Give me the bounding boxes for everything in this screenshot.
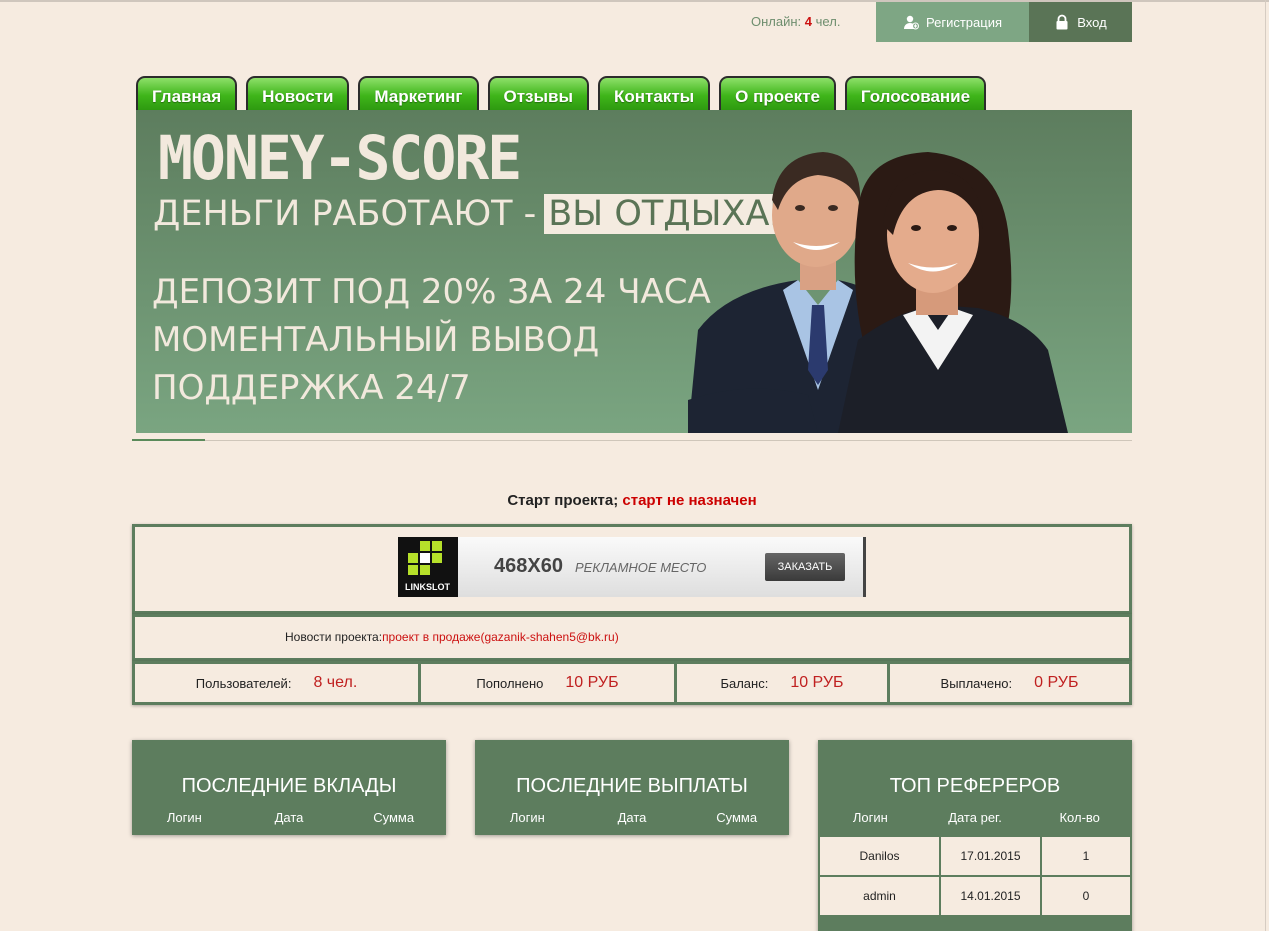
col-login: Логин <box>166 810 202 825</box>
cell-date: 14.01.2015 <box>939 875 1042 917</box>
stat-balance: Баланс: 10 РУБ <box>677 664 890 702</box>
last-deposits-panel: ПОСЛЕДНИЕ ВКЛАДЫ Логин Дата Сумма <box>132 740 446 835</box>
stat-deposited-label: Пополнено <box>476 675 544 691</box>
panel-header: Логин Дата Сумма <box>132 800 446 835</box>
table-row: admin 14.01.2015 0 <box>818 875 1132 917</box>
col-date: Дата <box>274 810 304 825</box>
news-box: Новости проекта:проект в продаже(gazanik… <box>132 614 1132 661</box>
slogan-main: ДЕНЬГИ РАБОТАЮТ - <box>153 194 537 234</box>
stat-deposited-value: 10 РУБ <box>565 674 619 691</box>
stat-users: Пользователей: 8 чел. <box>135 664 421 702</box>
table-row: Danilos 17.01.2015 1 <box>818 835 1132 877</box>
project-start: Старт проекта; старт не назначен <box>0 492 1264 509</box>
brand-logo: MONEY-SCORE <box>158 122 522 194</box>
linkslot-label: LINKSLOT <box>405 582 450 592</box>
stat-paid: Выплачено: 0 РУБ <box>890 664 1129 702</box>
cell-login: Danilos <box>818 835 941 877</box>
online-unit: чел. <box>815 14 841 29</box>
business-people-image <box>688 152 1068 433</box>
online-count: 4 <box>804 14 813 29</box>
start-value: старт не назначен <box>622 492 757 509</box>
main-nav: Главная Новости Маркетинг Отзывы Контакт… <box>136 76 995 110</box>
panel-header: Логин Дата рег. Кол-во <box>818 800 1132 835</box>
register-label: Регистрация <box>926 14 1002 30</box>
panel-title: ПОСЛЕДНИЕ ВКЛАДЫ <box>181 775 397 797</box>
col-date: Дата <box>617 810 647 825</box>
nav-tab-voting[interactable]: Голосование <box>844 76 987 110</box>
col-count: Кол-во <box>1059 810 1100 825</box>
nav-tab-marketing[interactable]: Маркетинг <box>358 76 479 110</box>
col-amount: Сумма <box>716 810 758 825</box>
ad-banner[interactable]: LINKSLOT 468X60 РЕКЛАМНОЕ МЕСТО ЗАКАЗАТЬ <box>398 537 866 597</box>
panel-title: ТОП РЕФЕРЕРОВ <box>889 775 1061 797</box>
login-label: Вход <box>1077 14 1107 30</box>
stats-box: Пользователей: 8 чел. Пополнено 10 РУБ Б… <box>132 661 1132 705</box>
feature-support: ПОДДЕРЖКА 24/7 <box>152 368 471 408</box>
panel-title: ПОСЛЕДНИЕ ВЫПЛАТЫ <box>516 775 748 797</box>
news-label: Новости проекта: <box>285 630 383 644</box>
right-border <box>1265 0 1266 931</box>
register-button[interactable]: Регистрация <box>876 2 1029 42</box>
cell-count: 1 <box>1040 835 1132 877</box>
stat-users-label: Пользователей: <box>195 675 292 691</box>
nav-tab-news[interactable]: Новости <box>246 76 350 110</box>
feature-deposit: ДЕПОЗИТ ПОД 20% ЗА 24 ЧАСА <box>152 272 711 312</box>
col-amount: Сумма <box>373 810 415 825</box>
cell-date: 17.01.2015 <box>939 835 1042 877</box>
nav-tab-about[interactable]: О проекте <box>719 76 836 110</box>
lock-icon <box>1056 14 1068 30</box>
user-add-icon <box>904 15 919 30</box>
stat-paid-label: Выплачено: <box>940 675 1013 691</box>
col-login: Логин <box>852 810 888 825</box>
stat-balance-value: 10 РУБ <box>790 674 844 691</box>
stat-balance-label: Баланс: <box>720 675 769 691</box>
panel-header: Логин Дата Сумма <box>475 800 789 835</box>
online-counter: Онлайн: 4 чел. <box>751 14 840 29</box>
news-line: Новости проекта:проект в продаже(gazanik… <box>285 630 619 644</box>
login-button[interactable]: Вход <box>1029 2 1132 42</box>
stat-users-value: 8 чел. <box>313 674 358 691</box>
ad-size: 468X60 <box>494 555 563 577</box>
ad-box: LINKSLOT 468X60 РЕКЛАМНОЕ МЕСТО ЗАКАЗАТЬ <box>132 524 1132 614</box>
cell-count: 0 <box>1040 875 1132 917</box>
stat-paid-value: 0 РУБ <box>1034 674 1079 691</box>
start-label: Старт проекта; <box>507 492 619 509</box>
ad-text: РЕКЛАМНОЕ МЕСТО <box>575 560 707 575</box>
col-reg-date: Дата рег. <box>948 810 1002 825</box>
linkslot-logo: LINKSLOT <box>398 537 458 597</box>
col-login: Логин <box>509 810 545 825</box>
nav-tab-contacts[interactable]: Контакты <box>598 76 711 110</box>
top-referrers-panel: ТОП РЕФЕРЕРОВ Логин Дата рег. Кол-во Dan… <box>818 740 1132 931</box>
referrers-table: Danilos 17.01.2015 1 admin 14.01.2015 0 <box>818 835 1132 917</box>
stat-deposited: Пополнено 10 РУБ <box>421 664 677 702</box>
divider <box>132 440 1132 441</box>
online-label: Онлайн: <box>751 14 802 29</box>
hero-banner: MONEY-SCORE ДЕНЬГИ РАБОТАЮТ - ВЫ ОТДЫХАЕ… <box>136 110 1132 433</box>
cell-login: admin <box>818 875 941 917</box>
nav-tab-reviews[interactable]: Отзывы <box>487 76 589 110</box>
linkslot-logo-icon <box>408 541 442 575</box>
feature-withdraw: МОМЕНТАЛЬНЫЙ ВЫВОД <box>152 320 600 360</box>
nav-tab-home[interactable]: Главная <box>136 76 238 110</box>
divider-accent <box>132 439 205 441</box>
ad-order-button[interactable]: ЗАКАЗАТЬ <box>765 553 845 581</box>
news-text[interactable]: проект в продаже(gazanik-shahen5@bk.ru) <box>382 630 619 644</box>
last-payouts-panel: ПОСЛЕДНИЕ ВЫПЛАТЫ Логин Дата Сумма <box>475 740 789 835</box>
